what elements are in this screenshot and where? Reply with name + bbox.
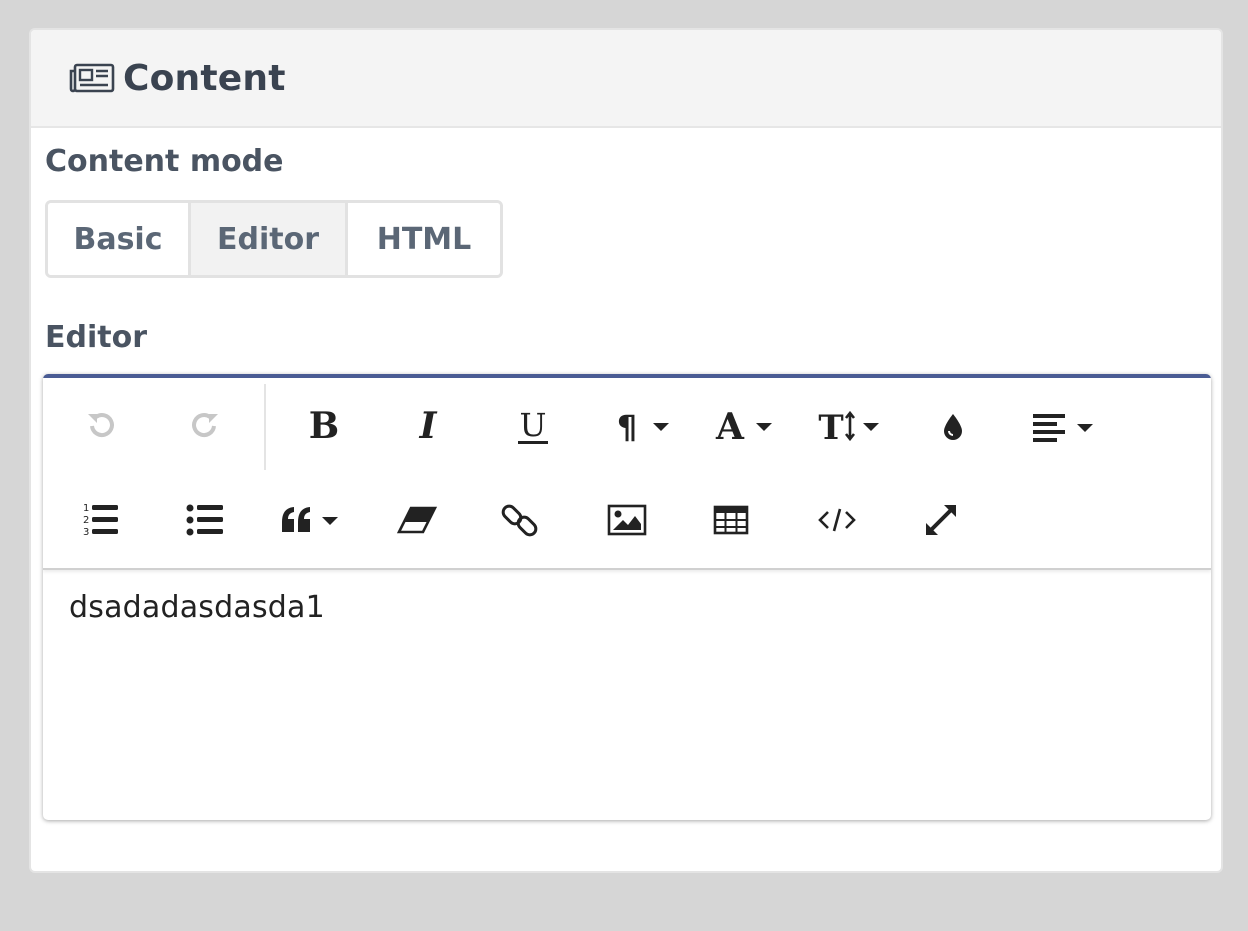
redo-icon[interactable] — [159, 386, 251, 466]
ordered-list-icon[interactable]: 123 — [55, 480, 147, 560]
image-icon[interactable] — [581, 480, 673, 560]
mode-editor-button[interactable]: Editor — [191, 203, 348, 275]
fullscreen-icon[interactable] — [895, 480, 987, 560]
rich-text-editor: B I U ¶ A T 12 3 dsadadasdasda1 — [43, 374, 1211, 820]
svg-text:T: T — [818, 408, 843, 446]
svg-text:I: I — [419, 406, 438, 446]
toolbar-separator — [264, 384, 266, 470]
svg-text:1: 1 — [83, 503, 89, 514]
table-icon[interactable] — [685, 480, 777, 560]
code-view-icon[interactable] — [791, 480, 883, 560]
svg-text:A: A — [715, 406, 745, 446]
eraser-icon[interactable] — [371, 480, 463, 560]
editor-label: Editor — [45, 320, 147, 355]
unordered-list-icon[interactable] — [159, 480, 251, 560]
panel-title: Content — [123, 57, 286, 99]
content-panel: Content Content mode Basic Editor HTML E… — [29, 28, 1223, 873]
svg-text:¶: ¶ — [617, 408, 637, 446]
panel-header: Content — [31, 30, 1221, 128]
content-mode-selector: Basic Editor HTML — [45, 200, 503, 278]
font-color-icon[interactable]: A — [703, 386, 795, 466]
italic-icon[interactable]: I — [382, 386, 474, 466]
svg-text:3: 3 — [83, 527, 89, 538]
quote-icon[interactable] — [267, 480, 359, 560]
undo-icon[interactable] — [55, 386, 147, 466]
content-mode-label: Content mode — [45, 144, 284, 179]
link-icon[interactable] — [475, 480, 567, 560]
bold-icon[interactable]: B — [278, 386, 370, 466]
newspaper-icon — [69, 62, 115, 94]
svg-text:B: B — [309, 406, 339, 446]
mode-basic-button[interactable]: Basic — [48, 203, 191, 275]
font-size-icon[interactable]: T — [807, 386, 899, 466]
svg-text:2: 2 — [83, 515, 89, 526]
editor-toolbar: B I U ¶ A T 12 3 — [43, 378, 1211, 570]
editor-content[interactable]: dsadadasdasda1 — [43, 570, 1211, 645]
mode-html-button[interactable]: HTML — [348, 203, 500, 275]
color-fill-icon[interactable] — [907, 386, 999, 466]
underline-icon[interactable]: U — [487, 386, 579, 466]
svg-text:U: U — [520, 406, 547, 444]
paragraph-style-icon[interactable]: ¶ — [601, 386, 693, 466]
align-icon[interactable] — [1021, 386, 1113, 466]
